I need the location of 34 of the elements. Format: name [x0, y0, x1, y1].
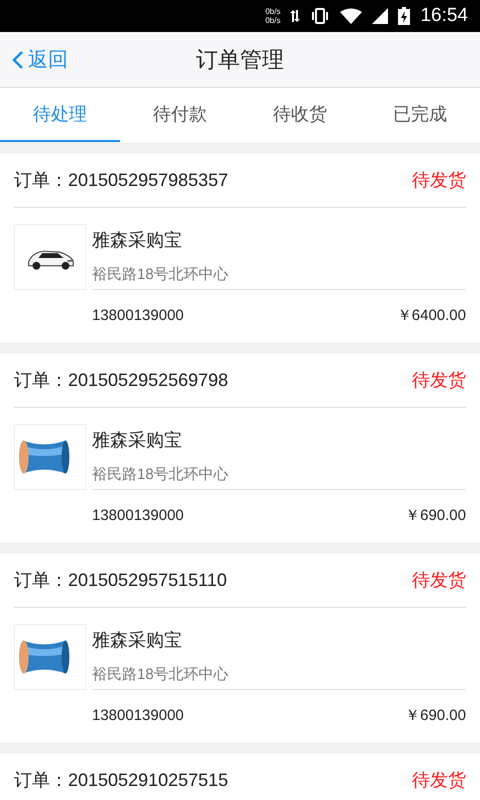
phone-number: 13800139000: [92, 306, 184, 326]
wifi-icon: [340, 8, 362, 24]
tab[interactable]: 待处理: [0, 88, 120, 142]
order-price: ￥690.00: [405, 706, 466, 726]
phone-number: 13800139000: [92, 706, 184, 726]
tab[interactable]: 待付款: [120, 88, 240, 142]
order-price: ￥690.00: [405, 506, 466, 526]
chevron-left-icon: [12, 50, 24, 70]
upload-speed: 0b/s: [265, 7, 280, 16]
order-status: 待发货: [412, 769, 466, 792]
order-status: 待发货: [412, 569, 466, 592]
order-status: 待发货: [412, 169, 466, 192]
phone-number: 13800139000: [92, 506, 184, 526]
shop-name: 雅森采购宝: [92, 228, 183, 252]
order-number: 订单：2015052957515110: [14, 569, 227, 592]
order-status: 待发货: [412, 369, 466, 392]
download-speed: 0b/s: [265, 16, 280, 25]
tab[interactable]: 待收货: [240, 88, 360, 142]
order-price: ￥6400.00: [396, 306, 466, 326]
page-title: 订单管理: [196, 46, 284, 74]
order-number: 订单：2015052910257515: [14, 769, 228, 792]
order-number: 订单：2015052952569798: [14, 369, 228, 392]
address: 裕民路18号北环中心: [92, 464, 230, 485]
order-number: 订单：2015052957985357: [14, 169, 228, 192]
tab[interactable]: 已完成: [360, 88, 480, 142]
vibrate-icon: [310, 8, 330, 24]
battery-charging-icon: [398, 7, 410, 25]
shop-name: 雅森采购宝: [92, 628, 183, 652]
data-arrows-icon: [290, 9, 300, 23]
shop-name: 雅森采购宝: [92, 428, 183, 452]
address: 裕民路18号北环中心: [92, 264, 230, 285]
clock: 16:54: [420, 4, 468, 28]
address: 裕民路18号北环中心: [92, 664, 230, 685]
signal-icon: [372, 8, 388, 24]
